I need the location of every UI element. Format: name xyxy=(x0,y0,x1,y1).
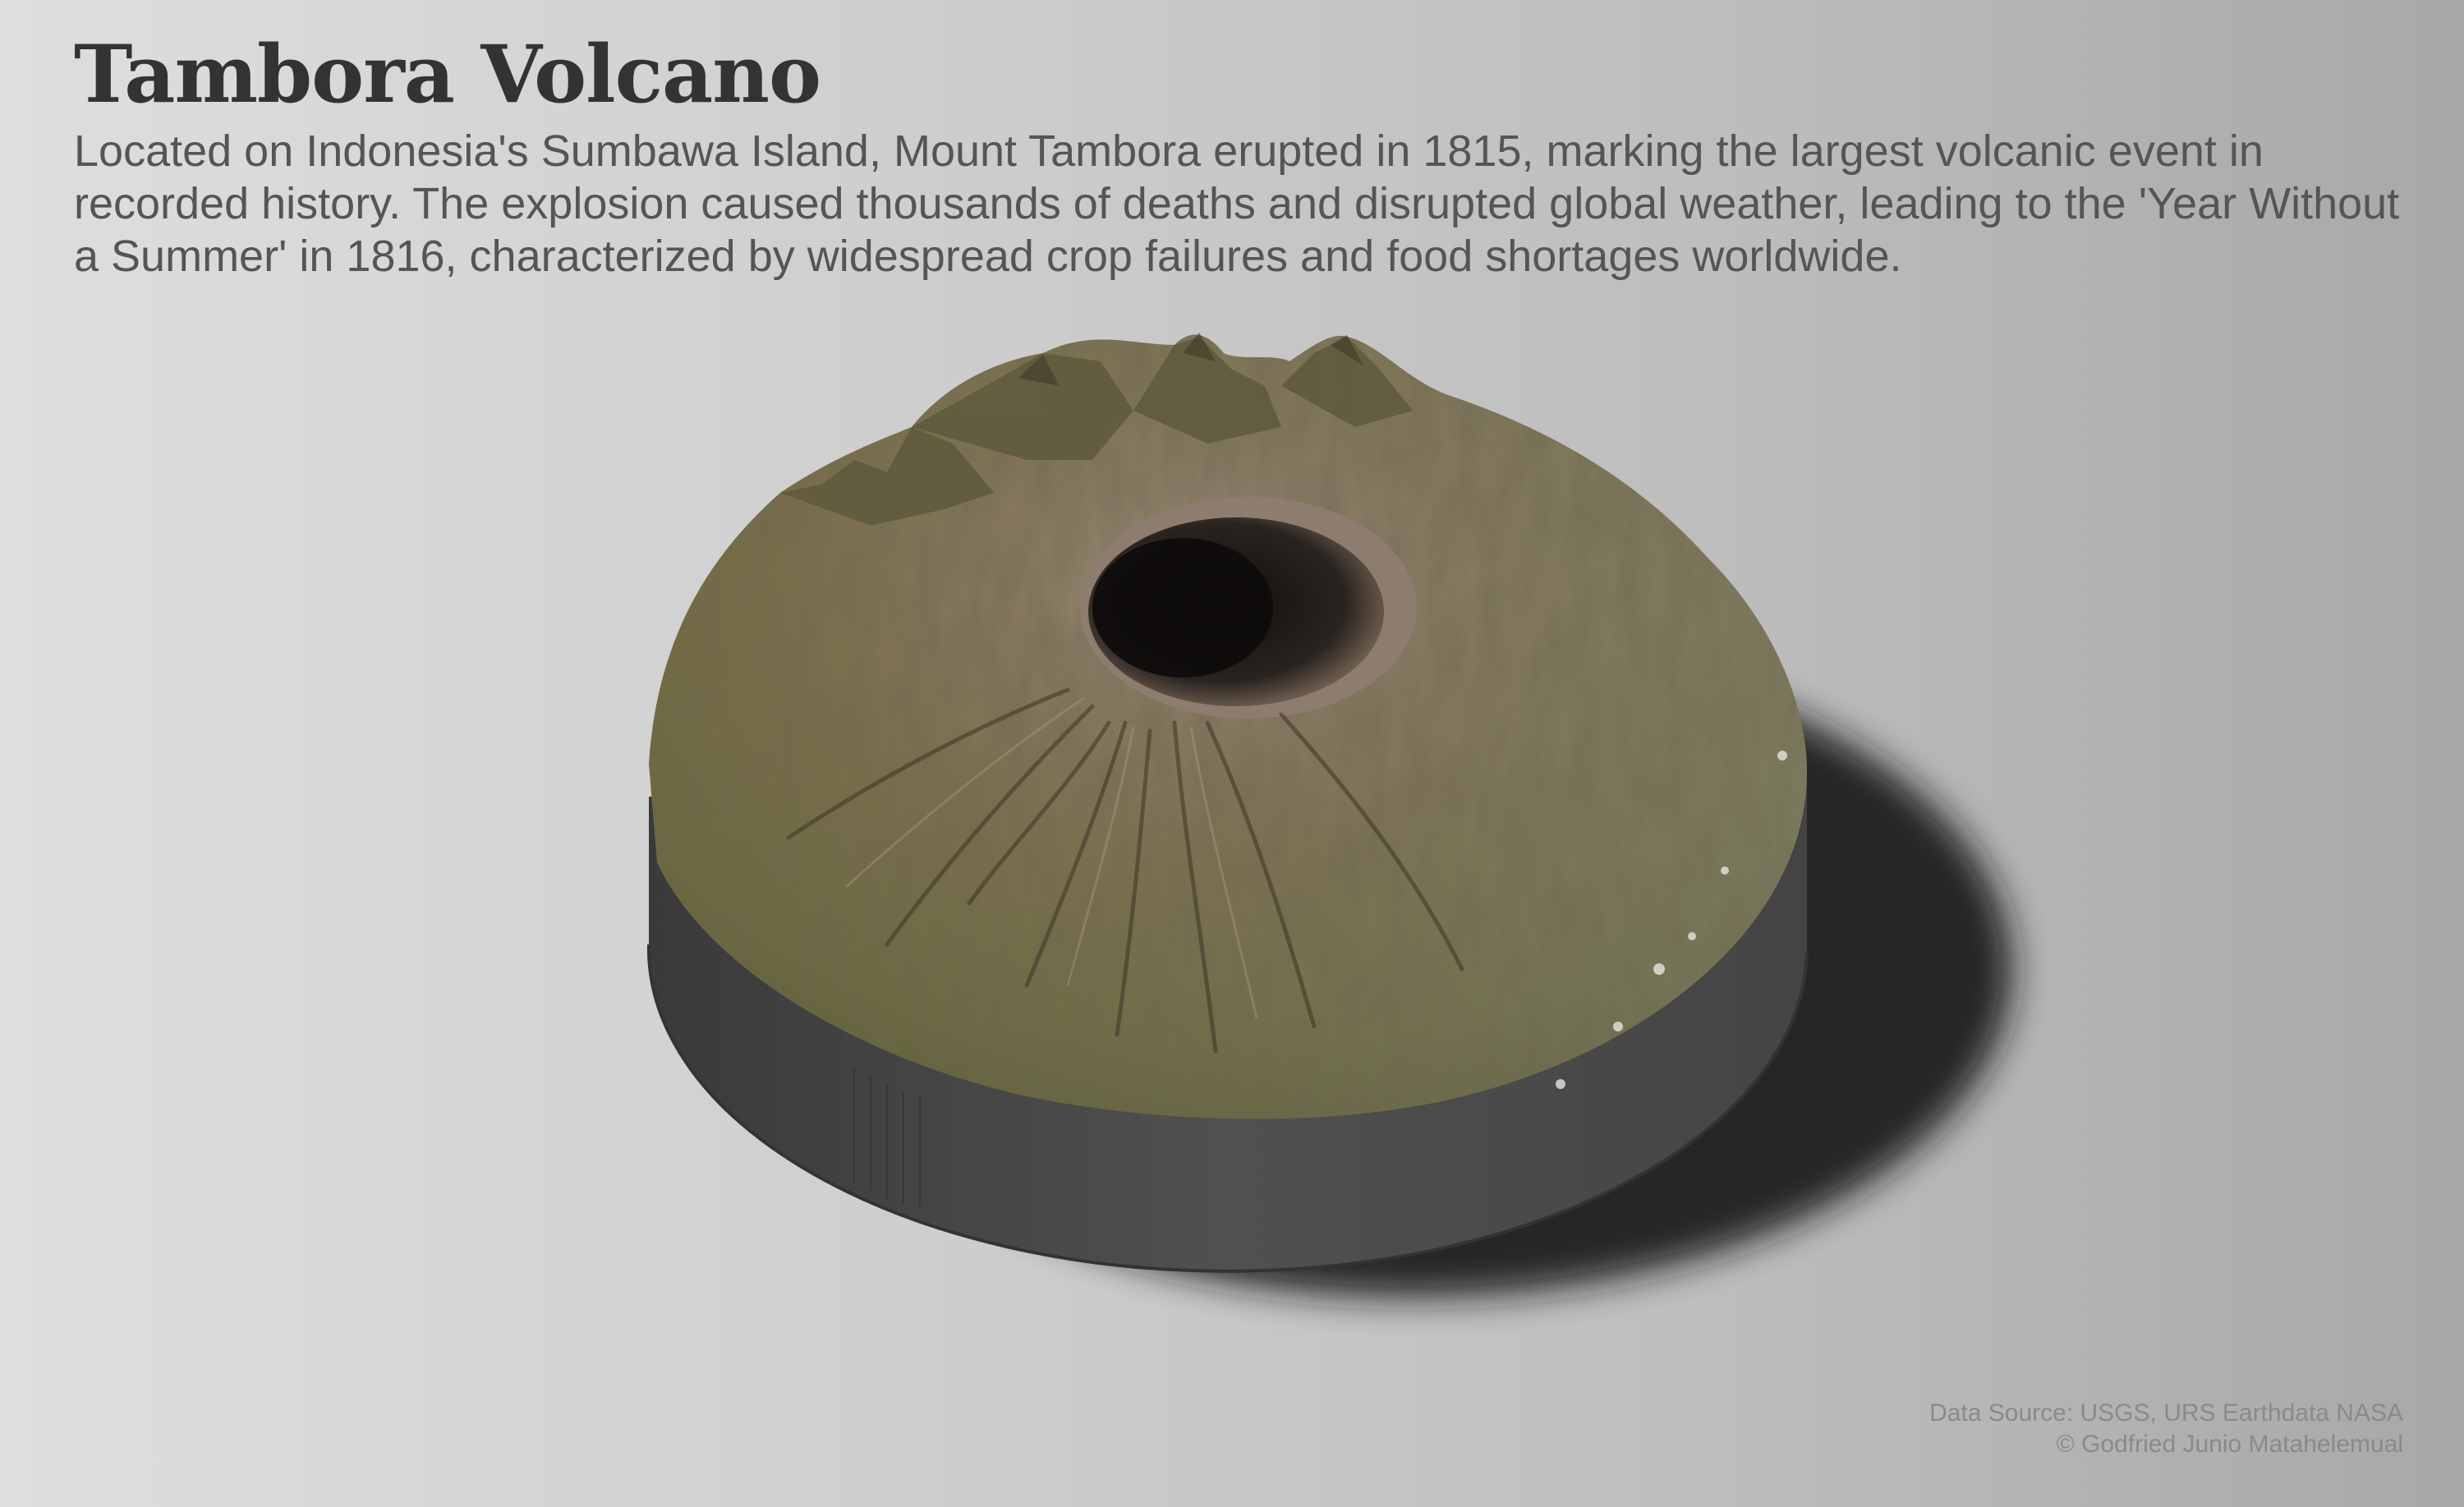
credits: Data Source: USGS, URS Earthdata NASA © … xyxy=(1929,1398,2403,1460)
volcano-3d-render xyxy=(646,333,2012,1298)
data-source: Data Source: USGS, URS Earthdata NASA xyxy=(1929,1399,2403,1427)
copyright: © Godfried Junio Matahelemual xyxy=(2056,1431,2403,1458)
